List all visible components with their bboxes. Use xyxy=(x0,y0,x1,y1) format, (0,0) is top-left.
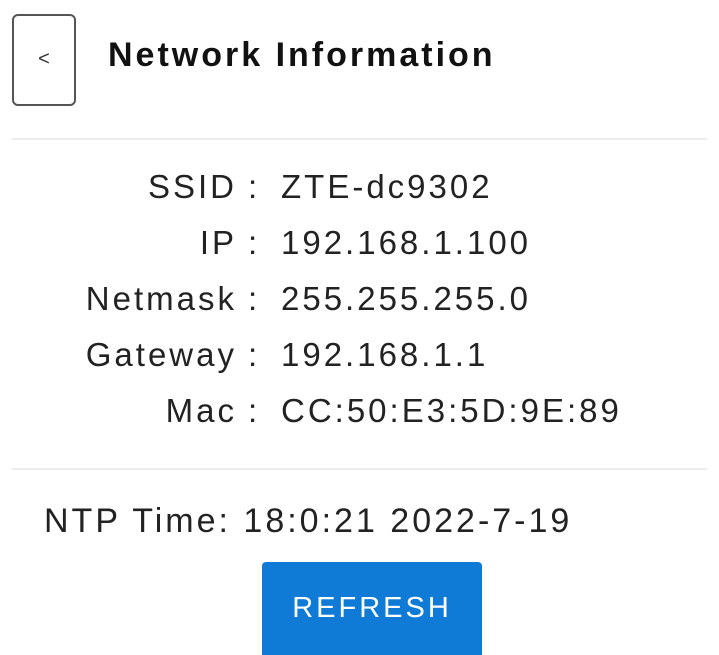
netmask-separator: : xyxy=(248,280,261,317)
mac-separator: : xyxy=(248,392,261,429)
info-row-ssid: SSID : ZTE-dc9302 xyxy=(0,160,719,216)
ssid-separator: : xyxy=(248,168,261,205)
info-row-netmask: Netmask : 255.255.255.0 xyxy=(0,272,719,328)
refresh-button[interactable]: REFRESH xyxy=(262,562,482,655)
ip-label: IP xyxy=(199,224,237,261)
ip-separator: : xyxy=(248,224,261,261)
info-row-gateway: Gateway : 192.168.1.1 xyxy=(0,328,719,384)
ip-value: 192.168.1.100 xyxy=(281,224,532,261)
gateway-label: Gateway xyxy=(85,336,237,373)
network-info-list: SSID : ZTE-dc9302 IP : 192.168.1.100 Net… xyxy=(0,160,719,440)
middle-divider xyxy=(12,468,707,470)
ntp-time-row: NTP Time: 18:0:21 2022-7-19 xyxy=(44,502,572,541)
info-row-ip: IP : 192.168.1.100 xyxy=(0,216,719,272)
netmask-value: 255.255.255.0 xyxy=(281,280,532,317)
top-divider xyxy=(12,138,707,140)
ntp-time-label: NTP Time: xyxy=(44,502,231,540)
gateway-separator: : xyxy=(248,336,261,373)
network-info-page: < Network Information SSID : ZTE-dc9302 … xyxy=(0,0,719,655)
ssid-label: SSID xyxy=(147,168,237,205)
ssid-value: ZTE-dc9302 xyxy=(281,168,493,205)
info-row-mac: Mac : CC:50:E3:5D:9E:89 xyxy=(0,384,719,440)
mac-value: CC:50:E3:5D:9E:89 xyxy=(281,392,622,429)
page-title: Network Information xyxy=(108,36,496,74)
mac-label: Mac xyxy=(165,392,237,429)
header: < Network Information xyxy=(0,0,719,140)
back-button[interactable]: < xyxy=(12,14,76,106)
netmask-label: Netmask xyxy=(85,280,237,317)
ntp-time-value: 18:0:21 2022-7-19 xyxy=(243,502,573,540)
chevron-left-icon: < xyxy=(38,48,50,70)
gateway-value: 192.168.1.1 xyxy=(281,336,489,373)
